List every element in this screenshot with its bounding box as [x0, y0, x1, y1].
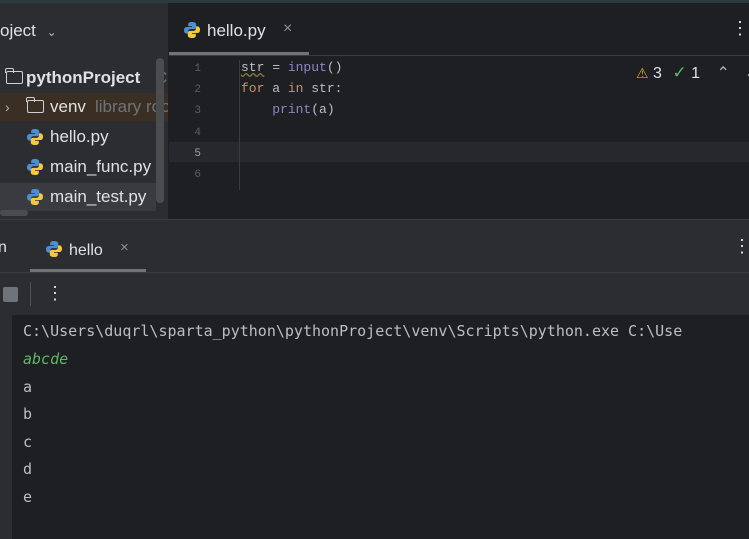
project-panel-title: oject [0, 21, 36, 40]
console-gutter [0, 315, 12, 539]
code-token-variable: a [264, 81, 288, 96]
run-tab-label: hello [69, 242, 103, 259]
inspection-widget[interactable]: ⚠ 3 ✓ 1 ⌃ ⌄ [636, 63, 749, 83]
code-token-keyword: in [287, 81, 304, 96]
console-line: d [23, 460, 33, 478]
console-line: C:\Users\duqrl\sparta_python\pythonProje… [23, 322, 683, 340]
warning-count: 3 [653, 65, 662, 82]
line-number: 6 [194, 169, 201, 181]
editor-tab-hello-py[interactable]: hello.py [183, 18, 266, 41]
run-console[interactable] [0, 315, 749, 539]
active-tab-indicator [30, 269, 146, 272]
python-file-icon [27, 129, 43, 145]
code-token-text: str: [303, 81, 343, 96]
python-file-icon [27, 189, 43, 205]
project-horizontal-scrollbar[interactable] [0, 210, 28, 216]
editor-panel: hello.py × ⋮ 1 2 3 4 5 6 str = input() f… [169, 3, 749, 219]
run-tab-bar: n hello × ⋮ [0, 220, 749, 273]
chevron-down-icon[interactable]: ⌄ [47, 25, 57, 39]
line-number: 2 [194, 84, 201, 96]
toolbar-separator [30, 282, 31, 306]
code-line-2[interactable]: for a in str: [241, 81, 342, 96]
python-file-icon [46, 241, 62, 257]
console-line: e [23, 488, 33, 506]
warning-icon: ⚠ [636, 65, 649, 81]
more-options-icon[interactable]: ⋮ [46, 283, 64, 304]
line-number: 1 [194, 63, 201, 75]
tree-item-label: venv [50, 97, 86, 116]
more-options-icon[interactable]: ⋮ [731, 18, 749, 39]
tree-item-label: hello.py [50, 127, 109, 146]
code-token-text: (a) [311, 102, 335, 117]
stop-icon[interactable] [3, 287, 18, 302]
tree-item-label: main_func.py [50, 157, 152, 176]
close-icon[interactable]: × [283, 20, 292, 38]
code-token-operator: = [264, 60, 288, 75]
tree-item-label: pythonProject [26, 68, 141, 87]
code-line-1[interactable]: str = input() [241, 60, 342, 75]
project-panel: oject ⌄ pythonProject C › venv library r… [0, 3, 168, 219]
code-token-keyword: for [241, 81, 265, 96]
editor-tab-label: hello.py [207, 21, 266, 40]
code-token-punct: () [326, 60, 343, 75]
console-input-line: abcde [23, 350, 69, 368]
editor-tab-bar: hello.py × ⋮ [169, 3, 749, 56]
folder-icon [5, 68, 23, 84]
console-line: a [23, 378, 33, 396]
tree-item-venv[interactable]: › venv library roo [0, 93, 168, 121]
close-icon[interactable]: × [120, 239, 129, 256]
check-icon: ✓ [672, 63, 687, 82]
console-line: b [23, 405, 33, 423]
python-file-icon [27, 159, 43, 175]
run-toolbar: ⋮ [0, 273, 749, 315]
tree-item-main-test-py[interactable]: main_test.py [0, 183, 156, 211]
ok-count: 1 [691, 65, 700, 82]
code-token-builtin: input [287, 60, 327, 75]
run-tab-hello[interactable]: hello [45, 237, 103, 260]
tree-item-main-func-py[interactable]: main_func.py [0, 153, 168, 181]
previous-highlight-icon[interactable]: ⌃ [716, 65, 729, 82]
folder-icon [26, 97, 44, 113]
code-token-builtin: print [272, 102, 312, 117]
python-file-icon [184, 22, 200, 38]
tree-item-label: main_test.py [50, 187, 147, 206]
code-token-variable: str [241, 60, 265, 75]
chevron-right-icon[interactable]: › [5, 99, 10, 115]
line-number: 4 [194, 127, 201, 139]
tree-item-hello-py[interactable]: hello.py [0, 123, 168, 151]
project-vertical-scrollbar[interactable] [156, 58, 164, 203]
tree-item-python-project[interactable]: pythonProject C [0, 64, 168, 92]
active-tab-indicator [169, 52, 309, 55]
more-options-icon[interactable]: ⋮ [733, 236, 749, 257]
indent-guide [239, 60, 240, 190]
line-number: 5 [194, 148, 201, 160]
line-number: 3 [194, 105, 201, 117]
current-line-highlight [169, 142, 749, 162]
console-line: c [23, 433, 33, 451]
code-line-3[interactable]: print(a) [241, 102, 335, 117]
next-highlight-icon[interactable]: ⌄ [744, 65, 749, 82]
project-panel-header[interactable]: oject ⌄ [0, 21, 57, 41]
run-panel-title: n [0, 239, 7, 256]
